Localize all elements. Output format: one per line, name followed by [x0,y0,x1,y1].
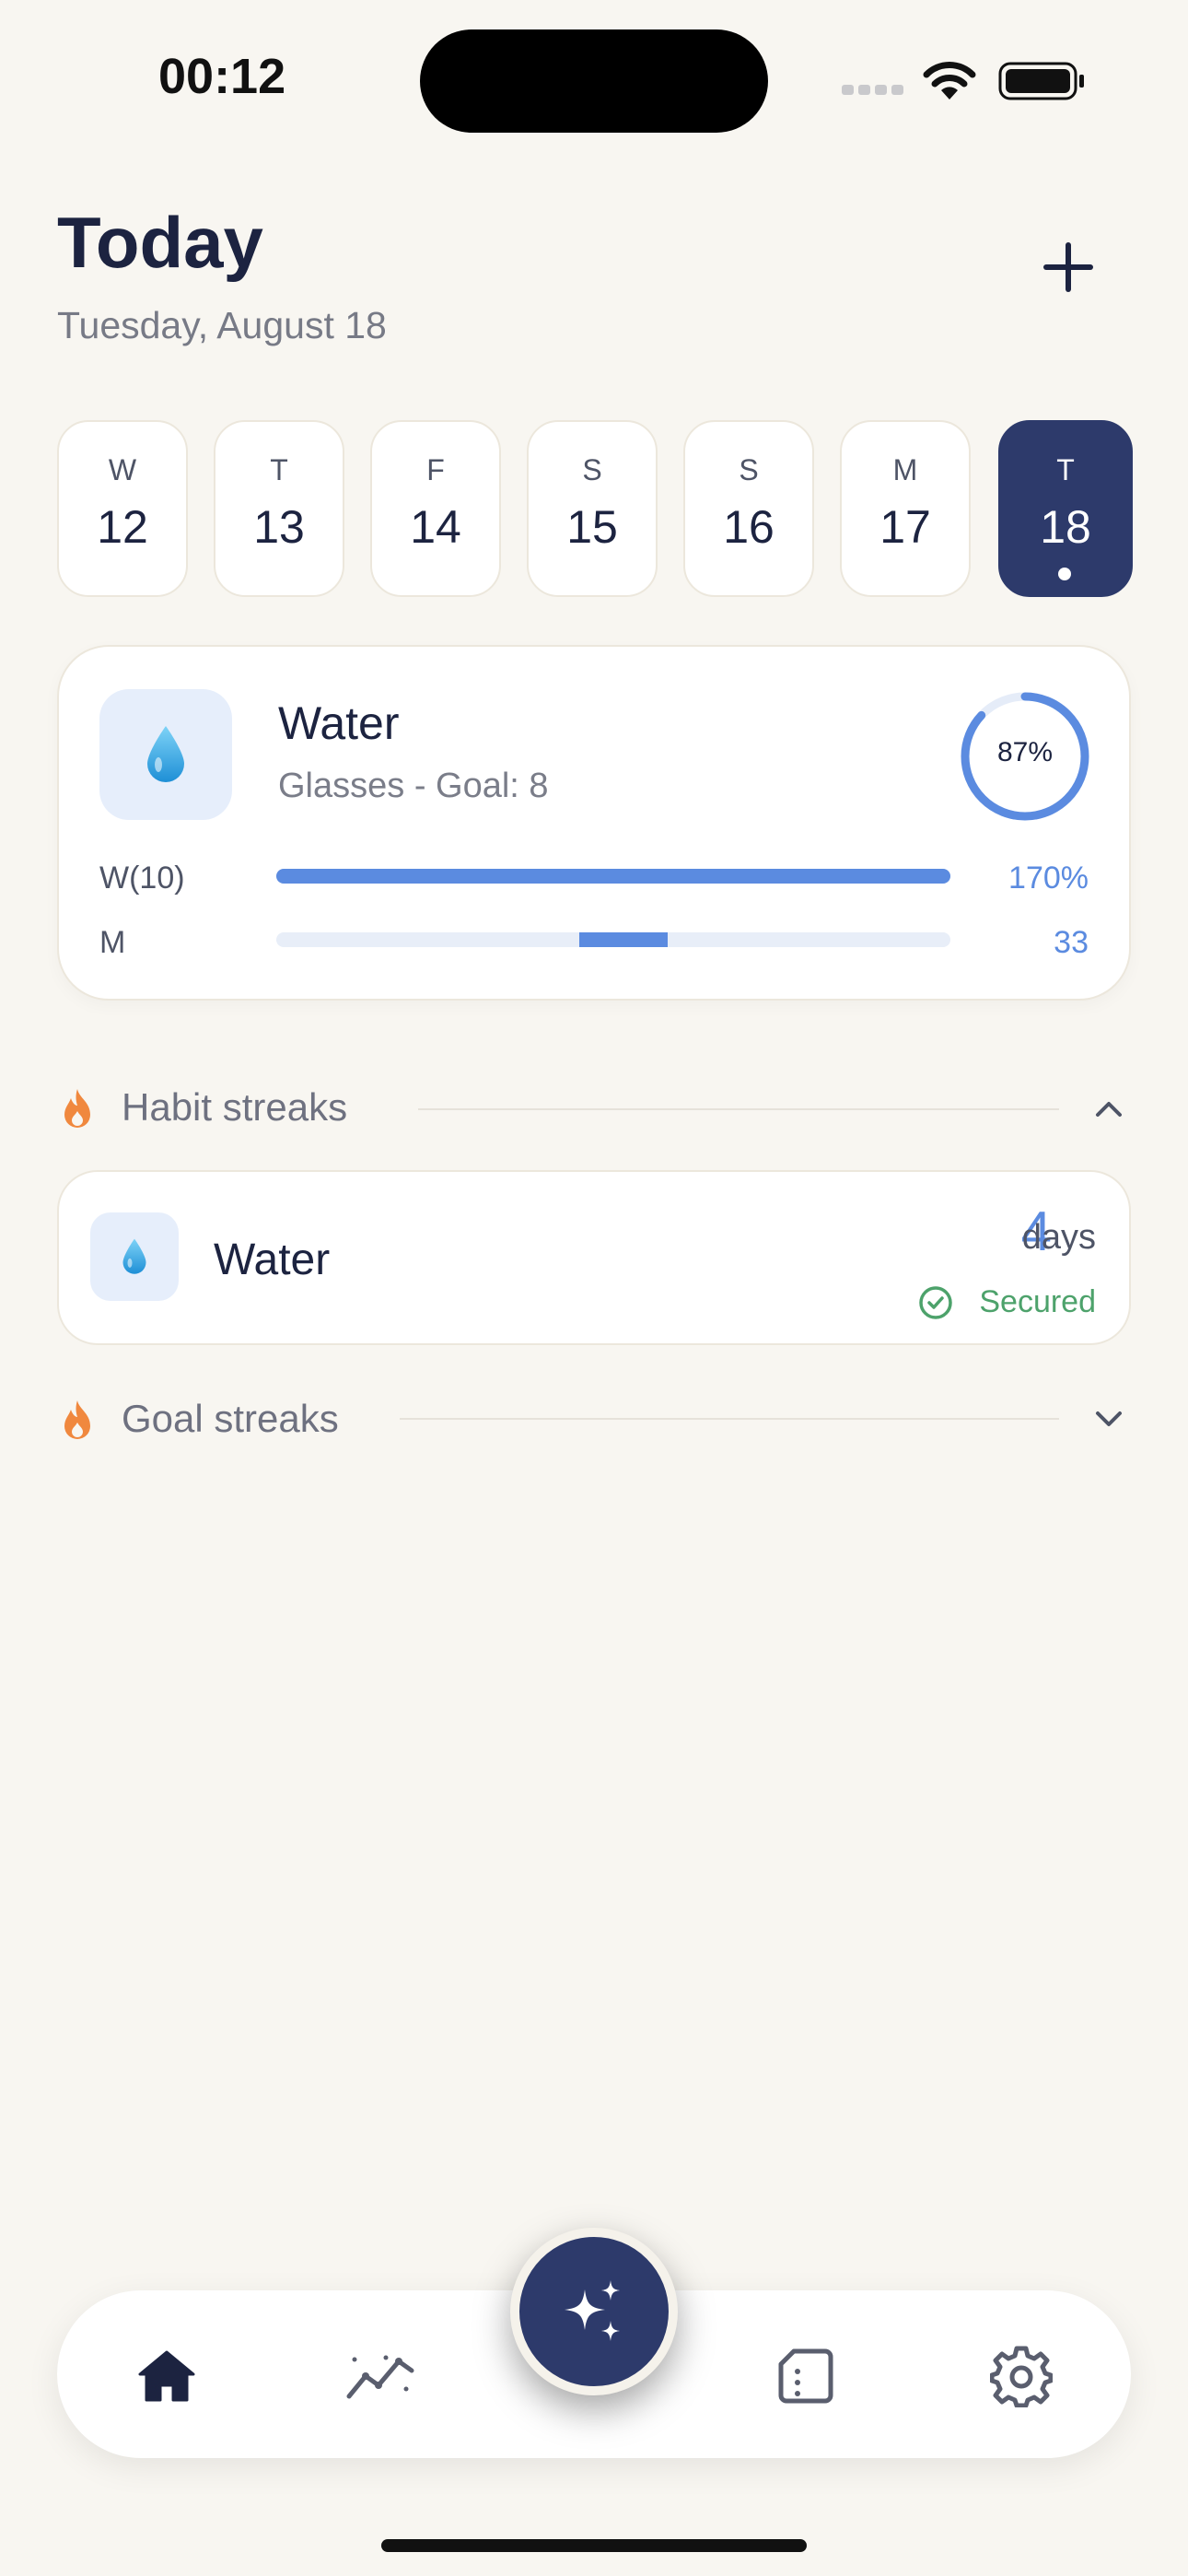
streak-unit: days [1021,1218,1096,1257]
check-circle-icon [919,1286,952,1319]
wifi-icon [923,62,976,100]
day-number: 18 [1040,501,1091,553]
day-letter: W [108,453,137,486]
day-number: 12 [97,501,148,553]
add-button[interactable] [1031,230,1105,304]
week-progress-track [276,869,950,884]
home-indicator [381,2539,807,2552]
day-chip[interactable]: S 16 [683,420,814,597]
status-time: 00:12 [158,49,286,104]
today-indicator [1058,568,1071,580]
day-letter: S [739,453,759,486]
month-progress-track [276,932,950,947]
streak-icon-tile [90,1212,179,1301]
chevron-up-icon[interactable] [1090,1091,1127,1128]
cellular-signal-icon [842,83,908,100]
day-letter: F [426,453,445,486]
water-icon-tile [99,689,232,820]
tab-stats[interactable] [339,2335,422,2418]
day-number: 15 [566,501,618,553]
flame-icon [64,1089,90,1128]
day-number: 17 [879,501,931,553]
section-divider [400,1418,1059,1420]
document-icon [778,2348,833,2404]
day-number: 13 [253,501,305,553]
month-progress-value: 33 [1054,925,1089,960]
water-drop-icon [122,1238,146,1274]
trend-chart-icon [346,2355,414,2399]
dynamic-island [420,29,768,133]
sparkles-icon [565,2280,620,2341]
tab-settings[interactable] [980,2335,1063,2418]
water-drop-icon [147,726,184,782]
habit-goal: Glasses - Goal: 8 [278,767,549,805]
battery-icon [998,62,1084,100]
progress-percent: 87% [996,737,1054,767]
day-letter: T [1056,453,1075,486]
page-title: Today [57,202,263,283]
section-divider [418,1108,1059,1110]
streak-name: Water [214,1235,331,1284]
goal-streaks-title[interactable]: Goal streaks [122,1397,339,1441]
day-chip[interactable]: M 17 [840,420,971,597]
day-number: 14 [410,501,461,553]
flame-icon [64,1400,90,1439]
day-chip[interactable]: W 12 [57,420,188,597]
day-chip[interactable]: S 15 [527,420,658,597]
week-progress-fill [276,869,950,884]
day-letter: M [892,453,918,486]
week-label: W(10) [99,861,185,896]
day-chip[interactable]: F 14 [370,420,501,597]
streak-status: Secured [979,1284,1096,1319]
day-chip[interactable]: T 13 [214,420,344,597]
month-label: M [99,925,126,960]
tab-journal[interactable] [764,2335,847,2418]
day-letter: S [582,453,602,486]
chevron-down-icon[interactable] [1090,1400,1127,1437]
current-date: Tuesday, August 18 [57,304,387,346]
habit-title: Water [278,697,400,749]
habit-streaks-title[interactable]: Habit streaks [122,1085,347,1130]
day-letter: T [270,453,288,486]
gear-icon [990,2346,1053,2407]
tab-home[interactable] [125,2335,208,2418]
day-chip-selected[interactable]: T 18 [998,420,1133,597]
day-number: 16 [723,501,775,553]
month-progress-marker [579,932,668,947]
home-icon [138,2350,195,2402]
week-progress-value: 170% [1008,861,1089,896]
ai-assistant-button[interactable] [510,2228,678,2395]
